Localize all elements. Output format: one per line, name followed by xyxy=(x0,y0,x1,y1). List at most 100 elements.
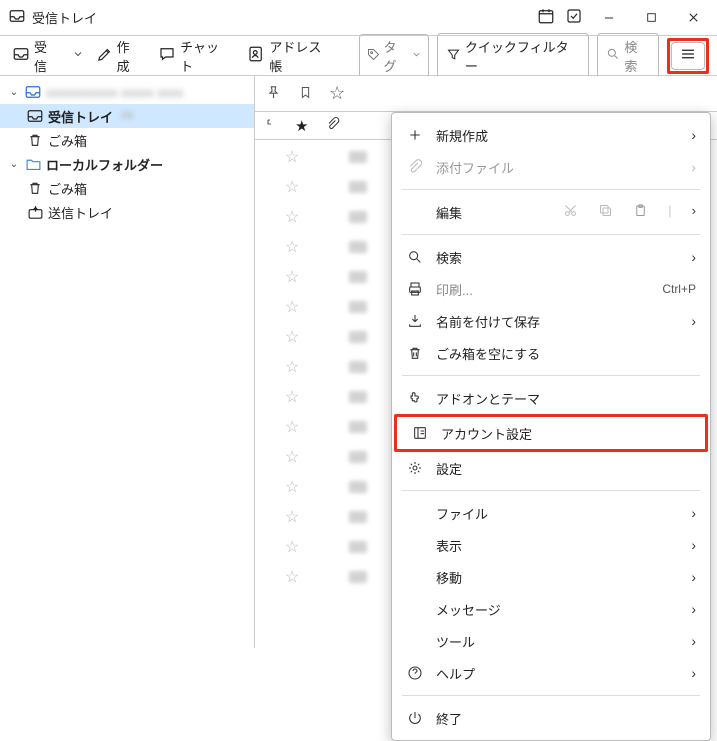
receive-dropdown-chevron[interactable] xyxy=(72,48,84,63)
chat-icon xyxy=(158,45,176,66)
tag-label: タグ xyxy=(383,37,408,75)
menu-message[interactable]: メッセージ› xyxy=(392,593,710,625)
star-outline-icon[interactable]: ☆ xyxy=(285,477,299,497)
message-subject-blurred xyxy=(349,271,367,283)
star-outline-icon[interactable]: ☆ xyxy=(285,357,299,377)
receive-button[interactable]: 受信 xyxy=(8,35,64,77)
message-subject-blurred xyxy=(349,331,367,343)
menu-quit[interactable]: 終了 xyxy=(392,702,710,734)
quick-filter-button[interactable]: クイックフィルター xyxy=(437,33,589,79)
menu-separator xyxy=(402,375,700,376)
maximize-button[interactable] xyxy=(635,4,667,32)
chat-button[interactable]: チャット xyxy=(154,35,235,77)
chevron-right-icon: › xyxy=(691,537,696,553)
menu-separator xyxy=(402,695,700,696)
app-menu-button[interactable] xyxy=(671,42,705,70)
message-subject-blurred xyxy=(349,571,367,583)
local-trash-folder[interactable]: ごみ箱 xyxy=(0,176,254,200)
inbox-icon xyxy=(8,7,26,28)
menu-edit[interactable]: 編集 | › xyxy=(392,196,710,228)
search-icon xyxy=(606,47,620,64)
local-folders-row[interactable]: ⌄ ローカルフォルダー xyxy=(0,152,254,176)
message-header-icons: ☆ xyxy=(255,76,717,112)
thread-column-icon[interactable] xyxy=(265,117,277,134)
calendar-icon[interactable] xyxy=(537,7,555,28)
puzzle-icon xyxy=(406,390,424,406)
menu-saveas[interactable]: 名前を付けて保存 › xyxy=(392,305,710,337)
menu-account-settings-label: アカウント設定 xyxy=(441,424,691,443)
close-button[interactable] xyxy=(677,4,709,32)
star-outline-icon[interactable]: ☆ xyxy=(285,417,299,437)
menu-search[interactable]: 検索 › xyxy=(392,241,710,273)
message-subject-blurred xyxy=(349,511,367,523)
menu-new-label: 新規作成 xyxy=(436,126,679,145)
menu-message-label: メッセージ xyxy=(436,600,679,619)
star-outline-icon[interactable]: ☆ xyxy=(285,147,299,167)
message-subject-blurred xyxy=(349,361,367,373)
print-icon xyxy=(406,281,424,297)
account-row[interactable]: ⌄ xxxxxxxxxxx xxxxx xxxx xyxy=(0,80,254,104)
search-placeholder: 検索 xyxy=(624,37,650,75)
search-box[interactable]: 検索 xyxy=(597,33,659,79)
star-outline-icon[interactable]: ☆ xyxy=(285,447,299,467)
star-outline-icon[interactable]: ☆ xyxy=(285,387,299,407)
outbox-label: 送信トレイ xyxy=(48,203,113,222)
addressbook-button[interactable]: アドレス帳 xyxy=(243,35,337,77)
star-outline-icon[interactable]: ☆ xyxy=(285,237,299,257)
bookmark-icon[interactable] xyxy=(298,84,313,104)
menu-saveas-label: 名前を付けて保存 xyxy=(436,312,679,331)
copy-icon xyxy=(598,203,613,221)
menu-print-shortcut: Ctrl+P xyxy=(662,282,696,296)
tag-button[interactable]: タグ xyxy=(359,34,428,78)
menu-settings[interactable]: 設定 xyxy=(392,452,710,484)
tag-icon xyxy=(366,47,381,65)
star-column-icon[interactable]: ★ xyxy=(295,117,308,135)
tasks-icon[interactable] xyxy=(565,7,583,28)
compose-label: 作成 xyxy=(117,37,143,75)
menu-go[interactable]: 移動› xyxy=(392,561,710,593)
gear-icon xyxy=(406,460,424,476)
folder-tree: ⌄ xxxxxxxxxxx xxxxx xxxx 受信トレイ 00 ごみ箱 ⌄ … xyxy=(0,76,255,648)
menu-account-settings[interactable]: アカウント設定 xyxy=(397,417,705,449)
saveas-icon xyxy=(406,313,424,329)
minimize-button[interactable] xyxy=(593,4,625,32)
menu-tools[interactable]: ツール› xyxy=(392,625,710,657)
chevron-right-icon: › xyxy=(692,203,696,221)
local-trash-label: ごみ箱 xyxy=(48,179,87,198)
attachment-icon xyxy=(406,159,424,175)
menu-addons[interactable]: アドオンとテーマ xyxy=(392,382,710,414)
paste-icon xyxy=(633,203,648,221)
menu-view[interactable]: 表示› xyxy=(392,529,710,561)
star-outline-icon[interactable]: ☆ xyxy=(285,177,299,197)
star-outline-icon[interactable]: ☆ xyxy=(285,567,299,587)
message-subject-blurred xyxy=(349,241,367,253)
star-icon[interactable]: ☆ xyxy=(329,83,345,104)
compose-button[interactable]: 作成 xyxy=(92,35,147,77)
menu-new[interactable]: 新規作成 › xyxy=(392,119,710,151)
star-outline-icon[interactable]: ☆ xyxy=(285,327,299,347)
inbox-label: 受信トレイ xyxy=(48,107,113,126)
outbox-folder[interactable]: 送信トレイ xyxy=(0,200,254,224)
star-outline-icon[interactable]: ☆ xyxy=(285,297,299,317)
menu-file[interactable]: ファイル› xyxy=(392,497,710,529)
local-folders-label: ローカルフォルダー xyxy=(46,155,163,174)
menu-print[interactable]: 印刷... Ctrl+P xyxy=(392,273,710,305)
trash-folder[interactable]: ごみ箱 xyxy=(0,128,254,152)
star-outline-icon[interactable]: ☆ xyxy=(285,537,299,557)
menu-help-label: ヘルプ xyxy=(436,664,679,683)
attachment-column-icon[interactable] xyxy=(326,116,340,135)
menu-quit-label: 終了 xyxy=(436,709,696,728)
collapse-icon[interactable]: ⌄ xyxy=(8,87,20,98)
pencil-icon xyxy=(96,46,113,66)
pin-icon[interactable] xyxy=(265,84,282,104)
message-subject-blurred xyxy=(349,541,367,553)
inbox-folder[interactable]: 受信トレイ 00 xyxy=(0,104,254,128)
plus-icon xyxy=(406,127,424,143)
menu-separator xyxy=(402,490,700,491)
star-outline-icon[interactable]: ☆ xyxy=(285,267,299,287)
menu-empty-trash[interactable]: ごみ箱を空にする xyxy=(392,337,710,369)
collapse-icon[interactable]: ⌄ xyxy=(8,159,20,170)
menu-help[interactable]: ヘルプ › xyxy=(392,657,710,689)
star-outline-icon[interactable]: ☆ xyxy=(285,507,299,527)
star-outline-icon[interactable]: ☆ xyxy=(285,207,299,227)
